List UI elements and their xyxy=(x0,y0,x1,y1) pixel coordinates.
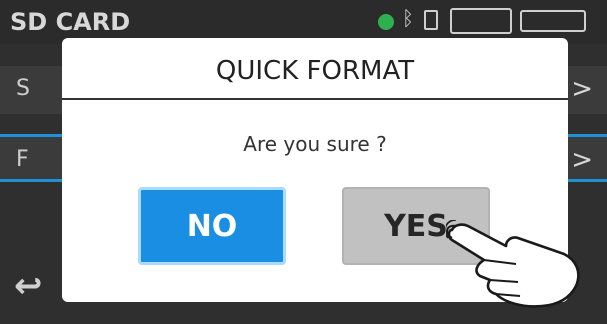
bluetooth-icon: ᛒ xyxy=(402,6,414,30)
menu-item-2-label: F xyxy=(16,147,29,172)
dialog-divider xyxy=(62,98,568,100)
memory-card-icon xyxy=(424,10,438,30)
tap-hand-icon xyxy=(446,220,580,308)
no-button[interactable]: NO xyxy=(138,187,286,265)
battery-icon xyxy=(520,10,586,32)
dialog-message: Are you sure ? xyxy=(243,132,387,156)
dialog-title: QUICK FORMAT xyxy=(215,56,415,86)
chevron-right-icon: > xyxy=(571,145,593,175)
back-icon[interactable]: ↩ xyxy=(14,266,43,306)
screen-title: SD CARD xyxy=(10,8,131,36)
chevron-right-icon: > xyxy=(571,74,593,104)
menu-item-1-label: S xyxy=(16,76,30,101)
status-indicator-dot xyxy=(378,14,394,30)
usb-icon xyxy=(450,8,512,34)
